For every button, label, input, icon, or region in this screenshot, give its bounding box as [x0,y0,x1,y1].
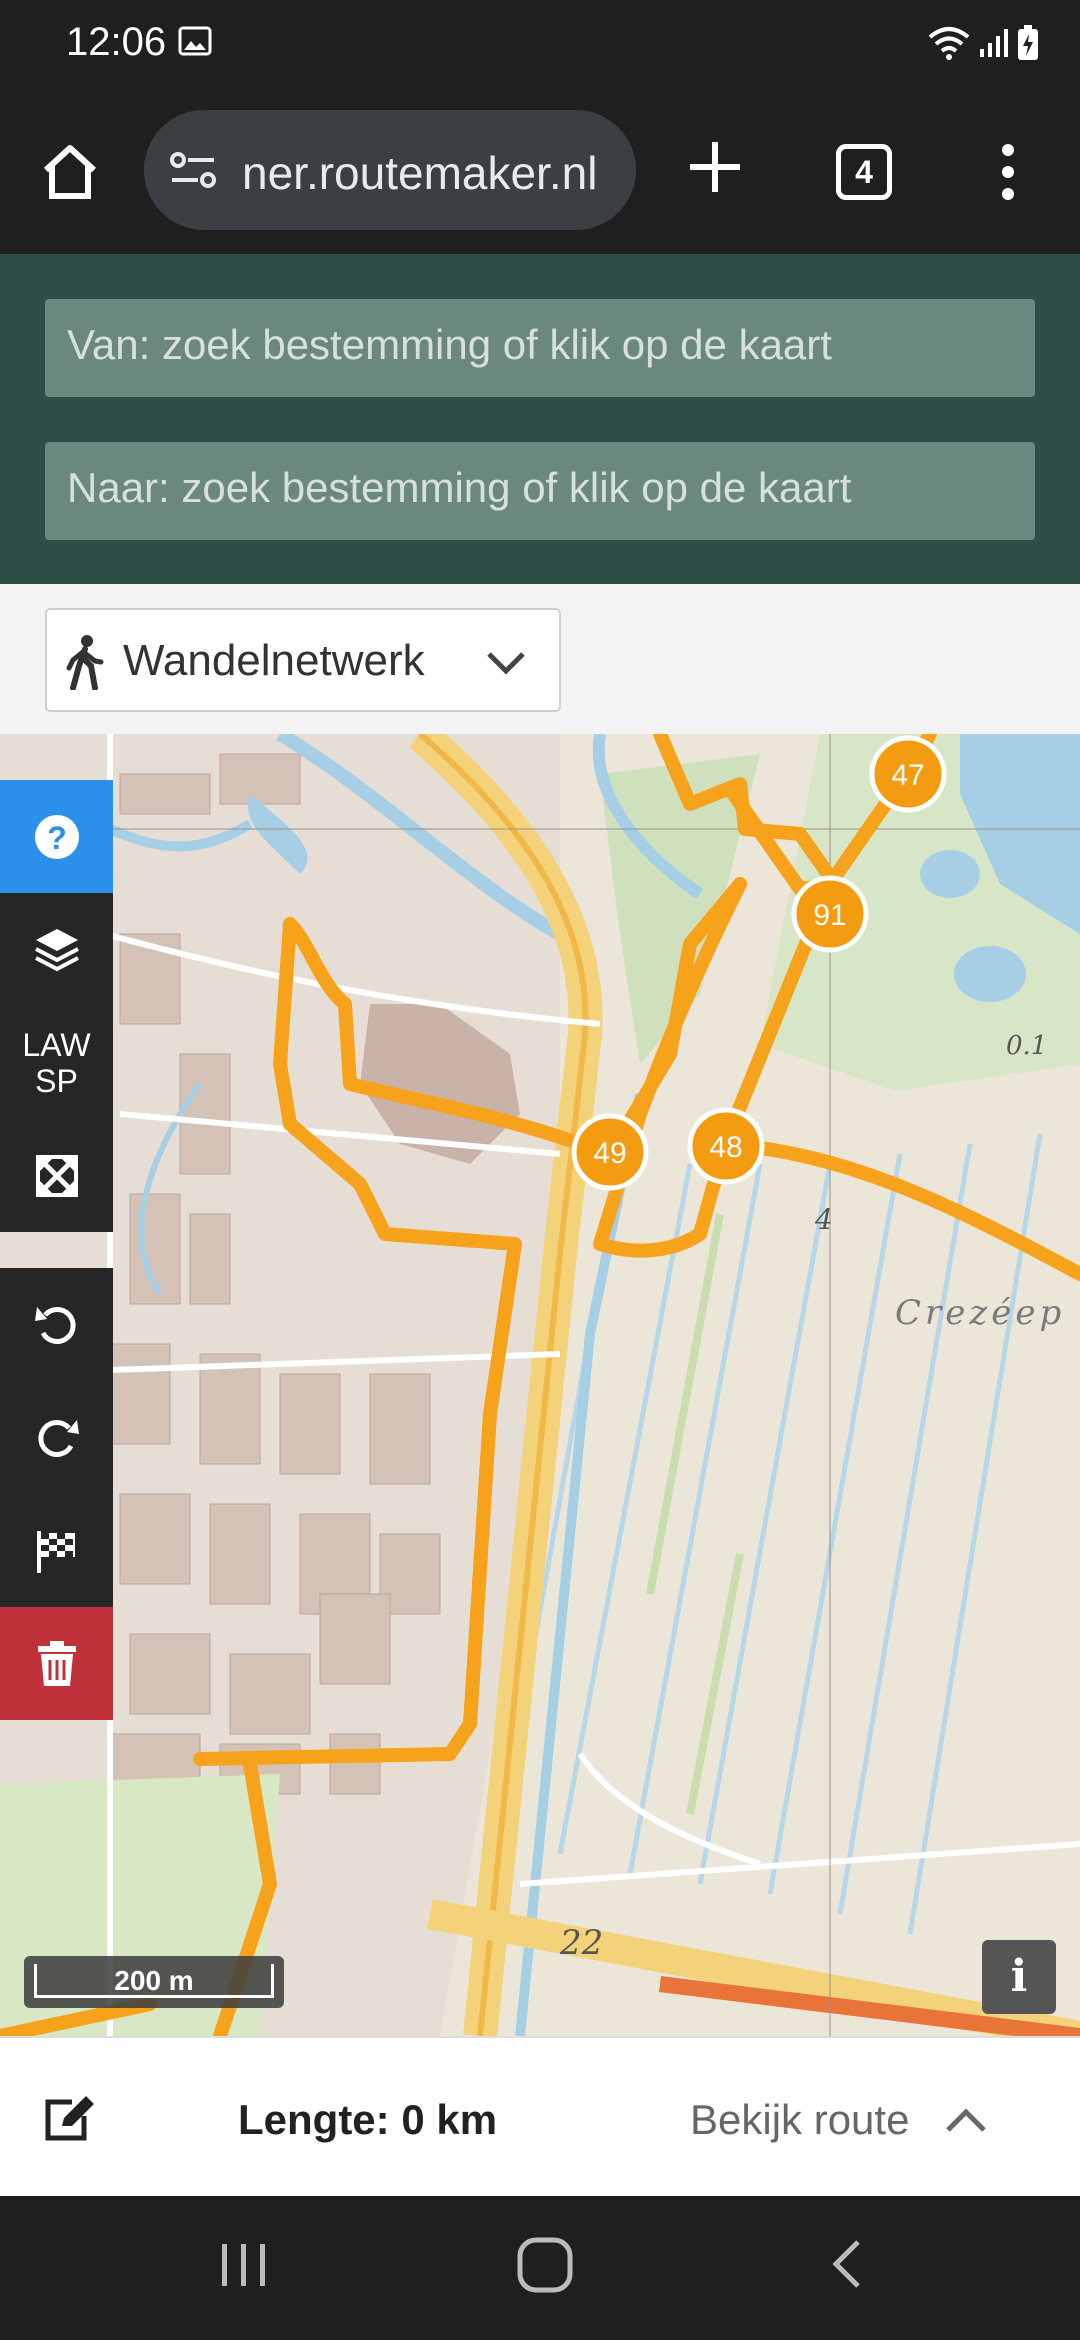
node-91[interactable]: 91 [791,875,869,953]
trash-icon [37,1640,76,1686]
home-icon[interactable] [38,140,102,204]
from-input[interactable]: Van: zoek bestemming of klik op de kaart [45,299,1035,397]
svg-text:91: 91 [813,899,846,932]
svg-text:48: 48 [709,1131,742,1164]
chevron-up-icon[interactable] [944,2102,988,2138]
node-48[interactable]: 48 [687,1107,765,1185]
delete-route-button[interactable] [0,1607,113,1720]
undo-icon [34,1306,76,1344]
status-bar: 12:06 [0,0,1080,88]
tab-switcher-button[interactable]: 4 [836,144,892,200]
system-nav-bar [0,2196,1080,2340]
svg-text:47: 47 [891,759,924,792]
checkered-flag-icon [36,1530,75,1573]
layers-button[interactable] [0,893,113,1006]
battery-icon [1018,25,1038,60]
node-layer: 47 91 49 48 [571,735,947,1191]
law-label: LAW [22,1026,91,1063]
sp-label: SP [35,1062,78,1099]
fit-bounds-button[interactable] [0,1119,113,1232]
chevron-down-icon [487,652,525,675]
route-summary-bar: Lengte: 0 km Bekijk route [0,2036,1080,2196]
wifi-icon [928,27,970,60]
system-icons [928,24,1040,62]
gallery-icon [178,26,212,56]
expand-arrows-icon [35,1154,78,1197]
scale-bar: 200 m [24,1956,284,2008]
map-view[interactable]: Crezéep 0.1 4 22 47 91 49 48 ? LAW SP 20… [0,734,1080,2036]
back-icon[interactable] [826,2236,870,2292]
finish-route-button[interactable] [0,1494,113,1607]
redo-icon [37,1419,79,1457]
address-bar[interactable]: ner.routemaker.nl [144,110,636,230]
profile-select[interactable]: Wandelnetwerk [45,608,561,712]
new-tab-icon[interactable] [680,132,750,202]
svg-text:49: 49 [593,1137,626,1170]
law-sp-toggle[interactable]: LAW SP [0,1006,113,1119]
recent-apps-icon[interactable] [216,2236,272,2292]
redo-button[interactable] [0,1381,113,1494]
help-icon: ? [34,814,79,859]
phone-screen: 12:06 ner.routemaker.nl 4 Van: zoek best… [0,0,1080,2340]
profile-select-label: Wandelnetwerk [123,636,425,685]
profile-bar: Wandelnetwerk [0,584,1080,734]
url-text[interactable]: ner.routemaker.nl [242,146,597,200]
info-button[interactable]: i [982,1940,1056,2014]
status-time: 12:06 [66,20,167,64]
route-search-panel: Van: zoek bestemming of klik op de kaart… [0,254,1080,584]
to-input[interactable]: Naar: zoek bestemming of klik op de kaar… [45,442,1035,540]
node-47[interactable]: 47 [869,735,947,813]
browser-toolbar: ner.routemaker.nl 4 [0,88,1080,254]
undo-button[interactable] [0,1268,113,1381]
scale-label: 200 m [34,1964,274,1998]
edit-icon[interactable] [42,2094,98,2144]
node-49[interactable]: 49 [571,1113,649,1191]
site-settings-icon[interactable] [168,148,218,192]
route-length: Lengte: 0 km [238,2096,498,2143]
signal-icon [980,29,1008,57]
more-menu-icon[interactable] [988,140,1028,204]
help-button[interactable]: ? [0,780,113,893]
layers-icon [34,928,79,971]
walking-icon [66,635,104,690]
home-nav-icon[interactable] [516,2236,574,2294]
svg-text:?: ? [47,820,67,856]
view-route-button[interactable]: Bekijk route [690,2096,909,2144]
